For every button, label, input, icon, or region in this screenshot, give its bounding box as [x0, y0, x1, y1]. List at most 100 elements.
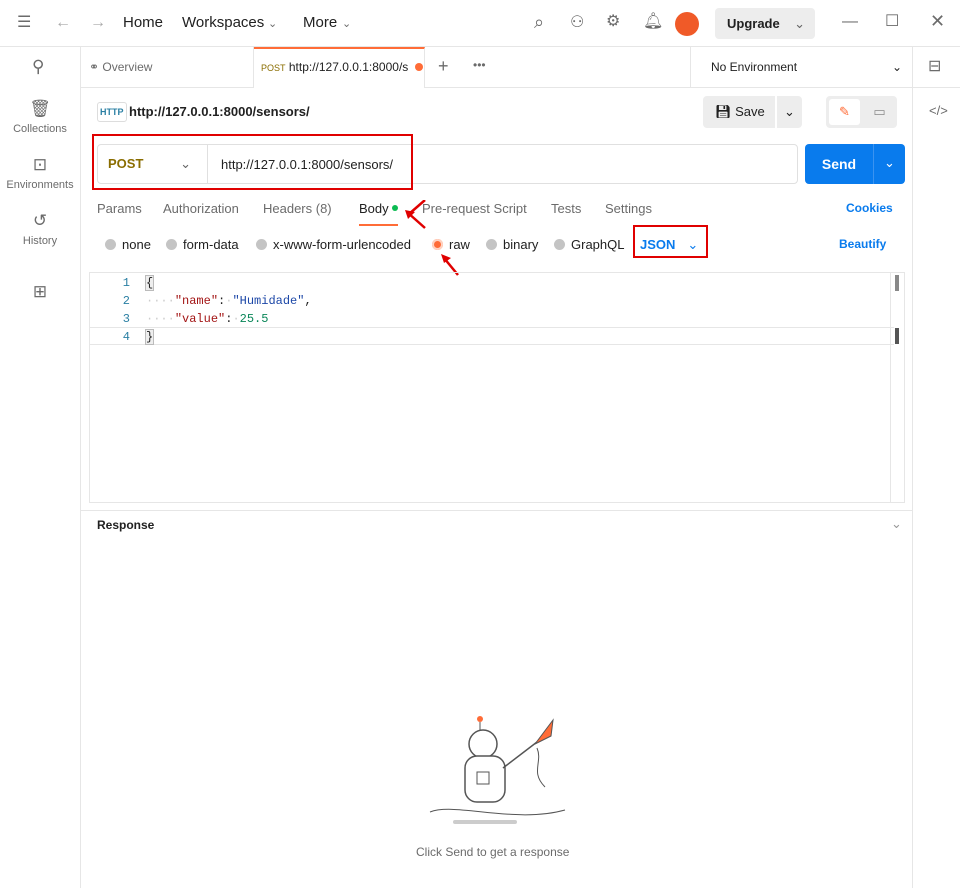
send-button[interactable]: Send: [805, 144, 873, 184]
radio-binary[interactable]: binary: [486, 237, 538, 252]
empty-response-message: Click Send to get a response: [416, 845, 570, 859]
tab-authorization[interactable]: Authorization: [163, 201, 239, 216]
scrollbar-thumb[interactable]: [895, 275, 899, 291]
upgrade-button[interactable]: Upgrade ⌄: [715, 8, 815, 39]
radio-none[interactable]: none: [105, 237, 151, 252]
more-tabs-icon[interactable]: •••: [473, 57, 486, 73]
radio-form-data[interactable]: form-data: [166, 237, 239, 252]
code-icon[interactable]: </>: [929, 103, 948, 119]
sidebar: ⚲ 🗑︎ Collections ⊡ Environments ↺ History ⊞: [0, 47, 81, 888]
tab-active-request[interactable]: POST http://127.0.0.1:8000/s: [254, 47, 425, 88]
search-icon[interactable]: ⌕: [534, 13, 544, 31]
code-brace: }: [144, 329, 155, 345]
radio-urlencoded[interactable]: x-www-form-urlencoded: [256, 237, 411, 252]
json-key: "name": [174, 294, 219, 308]
save-label: Save: [735, 104, 765, 119]
chevron-down-icon: ⌄: [342, 18, 352, 30]
divider: [81, 510, 912, 511]
active-line-highlight: [90, 327, 894, 345]
sidebar-item-collections[interactable]: 🗑︎ Collections: [0, 99, 80, 135]
radio-graphql[interactable]: GraphQL: [554, 237, 624, 252]
tab-bar: ⚭ Overview POST http://127.0.0.1:8000/s …: [81, 47, 960, 88]
tab-label: Body: [359, 201, 389, 216]
tab-tests[interactable]: Tests: [551, 201, 581, 216]
radio-label: x-www-form-urlencoded: [273, 237, 411, 252]
bell-icon[interactable]: 🔔︎: [643, 14, 663, 30]
sidebar-item-label: Environments: [6, 179, 74, 191]
request-title[interactable]: http://127.0.0.1:8000/sensors/: [129, 104, 310, 119]
environment-icon: ⊡: [32, 155, 48, 174]
edit-pencil-icon[interactable]: ✎: [829, 99, 860, 125]
close-icon[interactable]: ✕: [930, 12, 945, 30]
beautify-link[interactable]: Beautify: [839, 237, 886, 251]
radio-label: none: [122, 237, 151, 252]
workspaces-menu[interactable]: Workspaces: [182, 14, 264, 31]
sidebar-item-environments[interactable]: ⊡ Environments: [0, 155, 80, 191]
overview-icon: ⚭: [89, 60, 100, 74]
top-bar: ☰ ← → Home Workspaces ⌄ More ⌄ ⌕ ⚇ ⚙ 🔔︎ …: [0, 0, 960, 47]
send-options-chevron-icon[interactable]: ⌄: [873, 144, 905, 184]
tab-params[interactable]: Params: [97, 201, 142, 216]
environment-select[interactable]: No Environment ⌄: [690, 47, 912, 88]
json-key: "value": [174, 312, 226, 326]
chevron-down-icon: ⌄: [268, 18, 278, 30]
upgrade-label: Upgrade: [727, 16, 780, 31]
chevron-down-icon: ⌄: [891, 60, 902, 74]
tab-label: Overview: [102, 60, 153, 74]
save-button[interactable]: 💾︎ Save: [703, 96, 775, 128]
sidebar-item-history[interactable]: ↺ History: [0, 211, 80, 247]
scrollbar-marker: [895, 328, 899, 344]
tab-label: http://127.0.0.1:8000/s: [288, 60, 409, 74]
chevron-down-icon: ⌄: [794, 16, 805, 31]
line-number: 4: [122, 330, 130, 344]
plus-icon[interactable]: +: [438, 57, 449, 75]
sidebar-item-apps[interactable]: ⊞: [0, 282, 80, 306]
comment-icon[interactable]: ▭: [864, 99, 895, 125]
tab-headers[interactable]: Headers (8): [263, 201, 332, 216]
radio-label: GraphQL: [571, 237, 625, 252]
radio-dot: [166, 239, 177, 250]
radio-label: binary: [503, 237, 539, 252]
forward-arrow-icon[interactable]: →: [90, 15, 106, 31]
radio-dot: [105, 239, 116, 250]
sidebar-item-label: Collections: [13, 123, 67, 135]
avatar[interactable]: [675, 12, 699, 36]
send-button-group: Send ⌄: [805, 144, 905, 184]
line-number: 1: [122, 276, 130, 290]
maximize-icon[interactable]: ☐: [885, 14, 899, 30]
save-options-button[interactable]: ⌄: [777, 96, 802, 128]
gear-icon[interactable]: ⚙: [606, 14, 620, 30]
home-link[interactable]: Home: [123, 14, 163, 31]
radio-label: form-data: [183, 237, 239, 252]
tab-settings[interactable]: Settings: [605, 201, 652, 216]
more-menu[interactable]: More: [303, 14, 337, 31]
menu-icon[interactable]: ☰: [17, 15, 31, 31]
editor-scrollbar[interactable]: [890, 273, 904, 502]
code-brace: {: [144, 275, 155, 291]
back-arrow-icon[interactable]: ←: [55, 15, 71, 31]
minimize-icon[interactable]: —: [842, 14, 858, 30]
body-editor[interactable]: 1 2 3 4 { ····"name":·"Humidade", ····"v…: [89, 272, 905, 503]
history-icon: ↺: [32, 211, 48, 230]
tab-overview[interactable]: ⚭ Overview: [81, 47, 254, 88]
invite-user-icon[interactable]: ⚇: [570, 15, 584, 31]
code-line: ····"name":·"Humidade",: [146, 294, 312, 308]
apps-grid-icon: ⊞: [32, 282, 48, 301]
trash-can-icon: 🗑︎: [29, 99, 51, 118]
cookies-link[interactable]: Cookies: [846, 201, 893, 215]
annotation-box: [633, 225, 708, 258]
json-string: "Humidade": [232, 294, 305, 308]
astronaut-illustration: [429, 716, 566, 824]
tab-body[interactable]: Body: [359, 201, 399, 226]
right-sidebar: </>: [912, 47, 960, 888]
chevron-down-icon[interactable]: ⌄: [891, 516, 902, 532]
response-title: Response: [97, 518, 155, 532]
unsaved-dot-icon: [414, 63, 423, 71]
user-icon[interactable]: ⚲: [32, 58, 44, 75]
radio-dot: [554, 239, 565, 250]
view-mode-toggle: ✎ ▭: [826, 96, 897, 128]
tab-method: POST: [261, 63, 286, 73]
line-number: 3: [122, 312, 130, 326]
sidebar-item-label: History: [22, 235, 58, 247]
json-number: 25.5: [239, 312, 269, 326]
